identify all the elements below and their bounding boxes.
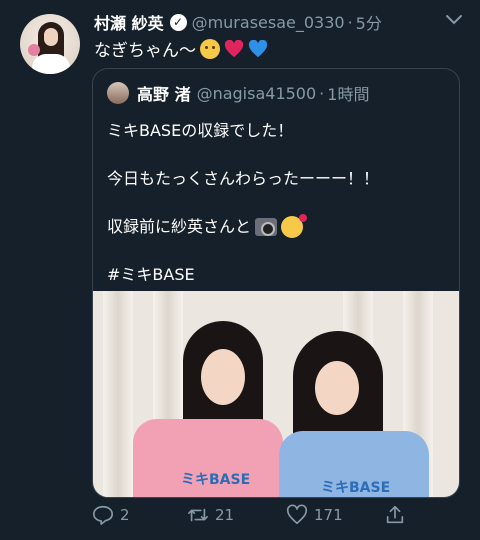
camera-flash-icon xyxy=(255,218,278,236)
share-button[interactable] xyxy=(384,504,406,526)
share-icon xyxy=(386,505,404,524)
heart-icon xyxy=(286,504,308,525)
smiling-face-icon xyxy=(200,38,220,59)
tweet-text: なぎちゃん〜 xyxy=(94,36,268,61)
quoted-author-name: 高野 渚 xyxy=(137,85,191,104)
author-avatar[interactable] xyxy=(20,14,80,74)
quoted-author-avatar xyxy=(107,82,129,104)
quoted-line-3: 収録前に紗英さんと xyxy=(107,217,252,236)
retweet-count: 21 xyxy=(215,506,235,524)
tweet-actions: 2 21 171 xyxy=(92,504,462,530)
tweet-time[interactable]: 5分 xyxy=(356,10,382,34)
quoted-tweet-header: 高野 渚 @nagisa41500 · 1時間 xyxy=(107,81,369,105)
separator: · xyxy=(347,12,353,32)
author-name[interactable]: 村瀬 紗英 xyxy=(94,10,164,34)
quoted-author-handle: @nagisa41500 xyxy=(196,83,317,103)
quoted-tweet-time: 1時間 xyxy=(327,85,370,104)
hashtag-link[interactable]: #ミキBASE xyxy=(107,263,195,287)
blue-heart-icon xyxy=(248,39,268,57)
quoted-tweet-photo[interactable]: ミキBASE ミキBASE xyxy=(93,291,459,497)
retweet-button[interactable]: 21 xyxy=(187,504,234,526)
verified-icon: ✓ xyxy=(169,13,187,31)
retweet-icon xyxy=(188,508,208,522)
right-shirt-print: ミキBASE xyxy=(321,480,391,496)
like-count: 171 xyxy=(314,506,343,524)
tweet-header: 村瀬 紗英 ✓ @murasesae_0330 · 5分 xyxy=(94,10,440,34)
quoted-tweet[interactable]: 高野 渚 @nagisa41500 · 1時間 ミキBASEの収録でした！ 今日… xyxy=(92,68,460,498)
red-heart-icon xyxy=(224,39,244,57)
left-shirt-print: ミキBASE xyxy=(181,472,251,488)
smiling-face-with-hearts-icon xyxy=(281,214,308,238)
quoted-line-1: ミキBASEの収録でした！ xyxy=(107,121,294,140)
author-handle[interactable]: @murasesae_0330 xyxy=(192,13,345,32)
tweet-text-content: なぎちゃん〜 xyxy=(94,41,196,61)
reply-count: 2 xyxy=(120,506,130,524)
reply-icon xyxy=(93,505,113,525)
reply-button[interactable]: 2 xyxy=(92,504,130,526)
chevron-down-icon[interactable] xyxy=(444,12,464,28)
like-button[interactable]: 171 xyxy=(286,504,343,526)
separator: · xyxy=(319,83,325,103)
quoted-line-2: 今日もたっくさんわらったーーー！！ xyxy=(107,169,380,188)
quoted-tweet-text: ミキBASEの収録でした！ 今日もたっくさんわらったーーー！！ 収録前に紗英さん… xyxy=(107,119,445,311)
